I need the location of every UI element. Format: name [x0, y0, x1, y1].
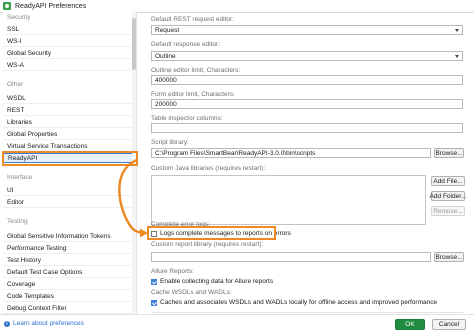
custom-java-libraries-list[interactable]	[151, 175, 426, 225]
sidebar-scrollbar[interactable]	[132, 12, 136, 314]
sidebar-item-global-properties[interactable]: Global Properties	[3, 130, 136, 140]
table-inspector-columns-label: Table inspector columns:	[151, 115, 223, 122]
remove-button[interactable]: Remove...	[431, 206, 465, 216]
sidebar-scrollbar-thumb[interactable]	[132, 18, 136, 70]
sidebar-item-debug-context-filter[interactable]: Debug Context Filter	[3, 304, 136, 314]
sidebar-category-interface: Interface	[3, 172, 136, 182]
script-library-input[interactable]: C:\Program Files\SmartBear\ReadyAPI-3.0.…	[151, 148, 431, 158]
window-title: ReadyAPI Preferences	[15, 2, 87, 10]
outline-editor-limit-input[interactable]: 400000	[151, 75, 463, 85]
cancel-button[interactable]: Cancel	[432, 319, 466, 330]
sidebar-item-default-test-case-options[interactable]: Default Test Case Options	[3, 268, 136, 278]
complete-error-logs-checkbox-row[interactable]: Logs complete messages to reports on err…	[151, 229, 291, 238]
sidebar-item-code-templates[interactable]: Code Templates	[3, 292, 136, 302]
sidebar-item-readyapi[interactable]: ReadyAPI	[3, 153, 136, 163]
complete-error-logs-label: Complete error logs:	[151, 221, 210, 228]
sidebar-item-libraries[interactable]: Libraries	[3, 118, 136, 128]
sidebar-item-editor[interactable]: Editor	[3, 198, 136, 208]
default-response-editor-select[interactable]: Outline	[151, 51, 463, 61]
script-library-label: Script library:	[151, 139, 189, 146]
sidebar-item-global-security[interactable]: Global Security	[3, 49, 136, 59]
sidebar-item-ssl[interactable]: SSL	[3, 25, 136, 35]
chevron-down-icon	[455, 29, 459, 32]
readyapi-logo-icon	[3, 2, 11, 10]
ok-button[interactable]: OK	[395, 319, 425, 330]
cache-wsdls-checkbox[interactable]	[151, 299, 157, 306]
cache-wsdls-checkbox-row[interactable]: Caches and associates WSDLs and WADLs lo…	[151, 298, 437, 307]
cache-wsdls-checkbox-label: Caches and associates WSDLs and WADLs lo…	[160, 299, 438, 306]
readyapi-settings-panel: Default REST request editor: Request Def…	[148, 12, 466, 314]
info-icon: i	[4, 320, 10, 327]
sidebar-category-other: Other	[3, 79, 136, 89]
table-inspector-columns-input[interactable]	[151, 123, 463, 133]
sidebar-item-ws-i[interactable]: WS-I	[3, 37, 136, 47]
preferences-sidebar: Security SSL WS-I Global Security WS-A O…	[3, 12, 137, 314]
default-response-editor-value: Outline	[155, 52, 176, 60]
complete-error-logs-checkbox[interactable]	[151, 230, 157, 237]
sidebar-item-test-history[interactable]: Test History	[3, 256, 136, 266]
complete-error-logs-checkbox-label: Logs complete messages to reports on err…	[160, 230, 291, 237]
custom-java-libraries-label: Custom Java libraries (requires restart)…	[151, 165, 266, 172]
default-response-editor-label: Default response editor:	[151, 41, 221, 48]
add-file-button[interactable]: Add File...	[431, 176, 465, 186]
sidebar-item-global-sensitive-information-tokens[interactable]: Global Sensitive Information Tokens	[3, 232, 136, 242]
panel-bottom-divider	[151, 312, 463, 313]
cache-wsdls-label: Cache WSDLs and WADLs:	[151, 289, 232, 296]
allure-reports-checkbox-row[interactable]: Enable collecting data for Allure report…	[151, 277, 273, 286]
outline-editor-limit-label: Outline editor limit, Characters:	[151, 67, 241, 74]
allure-reports-checkbox-label: Enable collecting data for Allure report…	[160, 278, 274, 285]
allure-reports-label: Allure Reports:	[151, 268, 194, 275]
callout-arrowhead	[140, 228, 148, 238]
form-editor-limit-input[interactable]: 200000	[151, 99, 463, 109]
add-folder-button[interactable]: Add Folder...	[430, 191, 466, 201]
sidebar-item-coverage[interactable]: Coverage	[3, 280, 136, 290]
sidebar-item-performance-testing[interactable]: Performance Testing	[3, 244, 136, 254]
learn-about-preferences-link[interactable]: i Learn about preferences	[4, 320, 84, 327]
sidebar-category-security: Security	[3, 12, 136, 22]
custom-report-library-label: Custom report library (requires restart)…	[151, 241, 264, 248]
default-rest-request-editor-label: Default REST request editor:	[151, 16, 234, 23]
chevron-down-icon	[455, 55, 459, 58]
dialog-footer: i Learn about preferences OK Cancel	[0, 314, 474, 334]
default-rest-request-editor-value: Request	[155, 26, 180, 34]
learn-about-preferences-text: Learn about preferences	[13, 320, 84, 327]
allure-reports-checkbox[interactable]	[151, 278, 157, 285]
sidebar-item-rest[interactable]: REST	[3, 106, 136, 116]
form-editor-limit-label: Form editor limit, Characters:	[151, 91, 235, 98]
sidebar-category-testing: Testing	[3, 216, 136, 226]
sidebar-item-virtual-service-transactions[interactable]: Virtual Service Transactions	[3, 142, 136, 152]
custom-report-library-input[interactable]	[151, 252, 431, 262]
default-rest-request-editor-select[interactable]: Request	[151, 25, 463, 35]
custom-report-library-browse-button[interactable]: Browse...	[434, 252, 464, 262]
sidebar-item-ws-a[interactable]: WS-A	[3, 61, 136, 71]
sidebar-item-ui[interactable]: UI	[3, 186, 136, 196]
script-library-browse-button[interactable]: Browse...	[434, 148, 464, 158]
sidebar-item-wsdl[interactable]: WSDL	[3, 94, 136, 104]
